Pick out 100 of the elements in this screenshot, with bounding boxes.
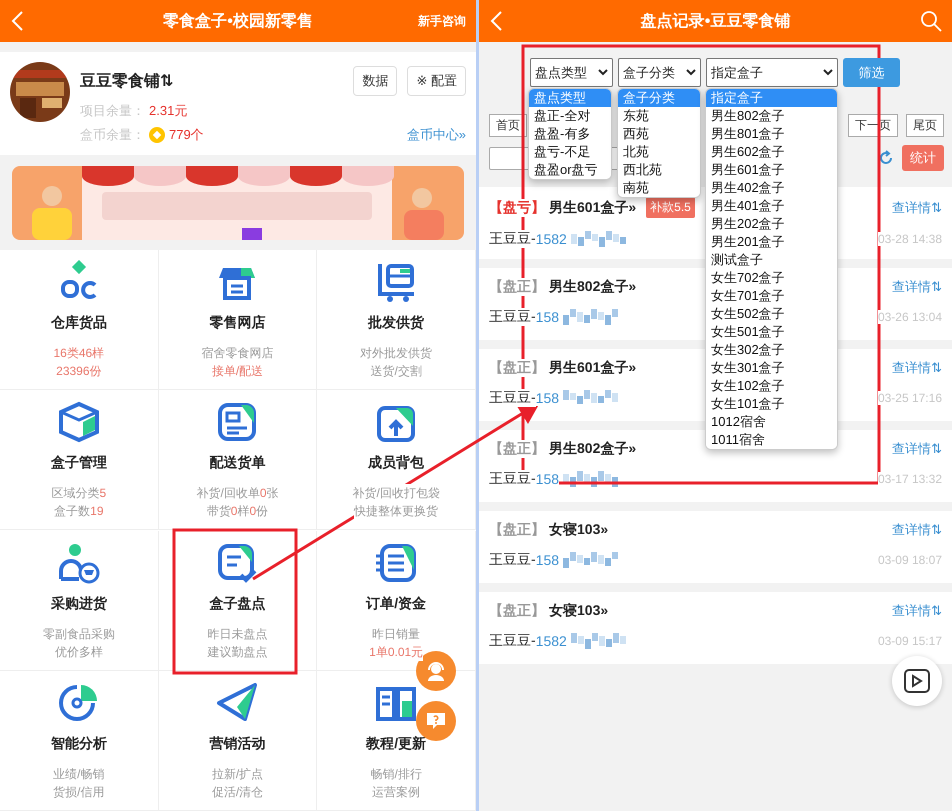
store-name: 豆豆零食铺⇅ <box>80 72 174 92</box>
dropdown-option[interactable]: 男生402盒子 <box>706 179 837 197</box>
dropdown-option[interactable]: 男生401盒子 <box>706 197 837 215</box>
tile-title: 盒子管理 <box>50 454 107 472</box>
record-time: 03-09 18:07 <box>878 553 942 567</box>
person-name: 王豆豆- <box>489 389 536 407</box>
box-icon <box>56 400 101 444</box>
menu-tile[interactable]: 仓库货品 16类46样 23396份 <box>0 250 159 390</box>
tile-subtitle: 拉新/扩点 <box>212 764 264 783</box>
tile-subtitle: 补货/回收单0张 <box>196 484 278 502</box>
record-time: 03-09 15:17 <box>878 634 942 648</box>
tile-subtitle: 快捷整体更换货 <box>354 502 438 520</box>
pager-button[interactable]: 尾页 <box>906 114 944 137</box>
tile-subtitle: 建议勤盘点 <box>207 642 268 660</box>
record-time: 03-26 13:04 <box>878 310 942 324</box>
balance-label: 项目余量： <box>80 102 145 120</box>
pager-button[interactable]: 首页 <box>489 114 527 137</box>
dropdown-option[interactable]: 北苑 <box>618 143 700 161</box>
menu-tile[interactable]: 营销活动 拉新/扩点 促活/清仓 <box>158 670 318 811</box>
dropdown-option[interactable]: 盘亏-不足 <box>529 143 611 161</box>
filter-select[interactable]: 盒子分类 <box>618 58 701 87</box>
dropdown-option[interactable]: 男生202盒子 <box>706 215 837 233</box>
record-time: 03-25 17:16 <box>878 391 942 405</box>
tile-title: 智能分析 <box>50 734 107 753</box>
dropdown-option[interactable]: 女生301盒子 <box>706 359 837 377</box>
coins-label: 盒币余量： <box>80 126 145 144</box>
menu-tile[interactable]: 盒子管理 区域分类5 盒子数19 <box>0 390 159 530</box>
dropdown-option[interactable]: 男生602盒子 <box>706 143 837 161</box>
dropdown-option[interactable]: 女生501盒子 <box>706 323 837 341</box>
tile-title: 教程/更新 <box>366 734 426 753</box>
phone-number: 1582 <box>536 231 567 247</box>
tile-title: 营销活动 <box>209 734 266 753</box>
payment-badge: 补款5.5 <box>646 197 695 218</box>
menu-tile[interactable]: 成员背包 补货/回收打包袋 快捷整体更换货 <box>317 390 476 530</box>
dropdown-option[interactable]: 女生502盒子 <box>706 305 837 323</box>
dropdown-option[interactable]: 西北苑 <box>618 161 700 179</box>
menu-tile[interactable]: 盒子盘点 昨日未盘点 建议勤盘点 <box>158 530 318 670</box>
refresh-icon[interactable] <box>878 150 894 166</box>
dropdown-option[interactable]: 盘盈or盘亏 <box>529 161 611 179</box>
dropdown-option[interactable]: 1012宿舍 <box>706 413 837 431</box>
filter-select[interactable]: 盘点类型 <box>530 58 613 87</box>
headset-icon <box>425 660 447 682</box>
dropdown-option[interactable]: 女生701盒子 <box>706 287 837 305</box>
phone-number: 158 <box>536 471 560 487</box>
dropdown-option[interactable]: 1011宿舍 <box>706 431 837 449</box>
dropdown-option[interactable]: 南苑 <box>618 179 700 197</box>
menu-tile[interactable]: 采购进货 零副食品采购 优价多样 <box>0 530 159 670</box>
person-name: 王豆豆- <box>489 230 536 248</box>
balance-value: 2.31元 <box>149 102 188 120</box>
box-name[interactable]: 女寝103» <box>549 521 608 539</box>
search-icon[interactable] <box>920 10 942 32</box>
box-name[interactable]: 女寝103» <box>549 602 608 620</box>
tile-title: 批发供货 <box>368 314 424 332</box>
header-title: 盘点记录•豆豆零食铺 <box>640 12 790 32</box>
tile-subtitle: 带货0样0份 <box>206 502 268 520</box>
menu-tile[interactable]: 零售网店 宿舍零食网店 接单/配送 <box>158 250 318 390</box>
tile-title: 采购进货 <box>50 594 107 612</box>
tile-subtitle: 对外批发供货 <box>360 344 432 362</box>
tile-title: 零售网店 <box>209 314 266 332</box>
coin-icon <box>149 127 165 143</box>
chevron-down-icon <box>823 69 833 76</box>
data-button[interactable]: 数据 <box>353 66 398 96</box>
menu-tile[interactable]: 配送货单 补货/回收单0张 带货0样0份 <box>158 390 318 530</box>
filter-select[interactable]: 指定盒子 <box>706 58 838 87</box>
tile-subtitle: 16类46样 <box>53 344 104 362</box>
dropdown-option[interactable]: 女生302盒子 <box>706 341 837 359</box>
dropdown-option[interactable]: 盘盈-有多 <box>529 125 611 143</box>
dropdown-option[interactable]: 西苑 <box>618 125 700 143</box>
dropdown-option[interactable]: 男生802盒子 <box>706 107 837 125</box>
box-name[interactable]: 男生802盒子» <box>549 278 636 296</box>
dropdown-option[interactable]: 测试盒子 <box>706 251 837 269</box>
config-button[interactable]: ※ 配置 <box>407 66 466 96</box>
chevron-down-icon <box>598 69 608 76</box>
menu-tile[interactable]: 批发供货 对外批发供货 送货/交割 <box>317 250 476 390</box>
person-name: 王豆豆- <box>489 308 536 326</box>
back-icon[interactable] <box>489 10 503 32</box>
menu-tile[interactable]: 智能分析 业绩/畅销 货损/信用 <box>0 670 159 811</box>
dropdown-option[interactable]: 男生601盒子 <box>706 161 837 179</box>
dropdown-option[interactable]: 女生101盒子 <box>706 395 837 413</box>
tile-title: 仓库货品 <box>50 314 107 332</box>
box-name[interactable]: 男生802盒子» <box>549 440 636 458</box>
phone-number: 158 <box>536 552 560 568</box>
phone-number: 158 <box>536 309 560 325</box>
dropdown-option[interactable]: 男生201盒子 <box>706 233 837 251</box>
tile-title: 盒子盘点 <box>209 594 266 612</box>
back-icon[interactable] <box>10 10 24 32</box>
coins-value: 779个 <box>169 126 204 144</box>
box-name[interactable]: 男生601盒子» <box>549 198 636 216</box>
tile-title: 订单/资金 <box>366 594 426 612</box>
dropdown-option[interactable]: 女生102盒子 <box>706 377 837 395</box>
video-button[interactable] <box>892 656 942 706</box>
dropdown-option[interactable]: 东苑 <box>618 107 700 125</box>
header-title: 零食盒子•校园新零售 <box>163 11 313 32</box>
dropdown-option[interactable]: 女生702盒子 <box>706 269 837 287</box>
dropdown-option[interactable]: 男生801盒子 <box>706 125 837 143</box>
tile-subtitle: 接单/配送 <box>212 362 264 380</box>
phone-number: 1582 <box>536 633 567 649</box>
box-name[interactable]: 男生601盒子» <box>549 359 636 377</box>
dropdown-option[interactable]: 盘正-全对 <box>529 107 611 125</box>
record-time: 03-28 14:38 <box>878 232 942 246</box>
